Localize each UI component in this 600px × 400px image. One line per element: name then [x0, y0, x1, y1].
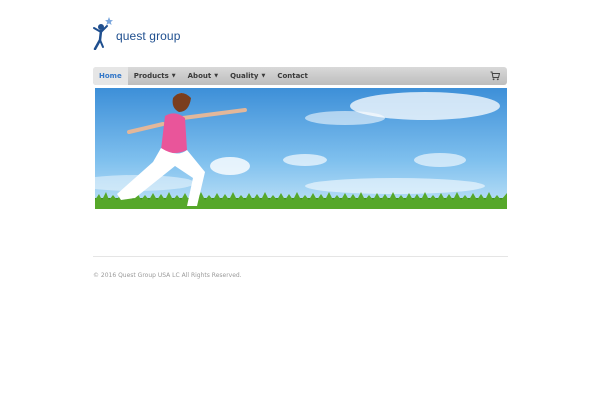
nav-contact-label: Contact	[277, 72, 308, 80]
nav-about[interactable]: About ▼	[182, 67, 224, 85]
shopping-cart-icon[interactable]	[490, 71, 500, 81]
footer-divider	[93, 256, 508, 257]
nav-quality[interactable]: Quality ▼	[224, 67, 271, 85]
nav-contact[interactable]: Contact	[271, 67, 314, 85]
nav-home-label: Home	[99, 72, 122, 80]
caret-down-icon: ▼	[171, 73, 176, 79]
nav-products-label: Products	[133, 72, 169, 80]
nav-products[interactable]: Products ▼	[128, 67, 182, 85]
logo-figure-icon	[93, 17, 113, 50]
site-logo[interactable]: quest group	[92, 16, 180, 50]
caret-down-icon: ▼	[261, 73, 266, 79]
footer-copyright: © 2016 Quest Group USA LC All Rights Res…	[93, 272, 242, 279]
hero-image	[95, 88, 507, 209]
nav-quality-label: Quality	[230, 72, 259, 80]
nav-about-label: About	[187, 72, 212, 80]
caret-down-icon: ▼	[214, 73, 219, 79]
logo-text: quest group	[116, 29, 181, 43]
hero-banner	[95, 88, 507, 209]
main-navbar: Home Products ▼ About ▼ Quality ▼ Contac…	[93, 67, 507, 85]
nav-home[interactable]: Home	[93, 67, 128, 85]
